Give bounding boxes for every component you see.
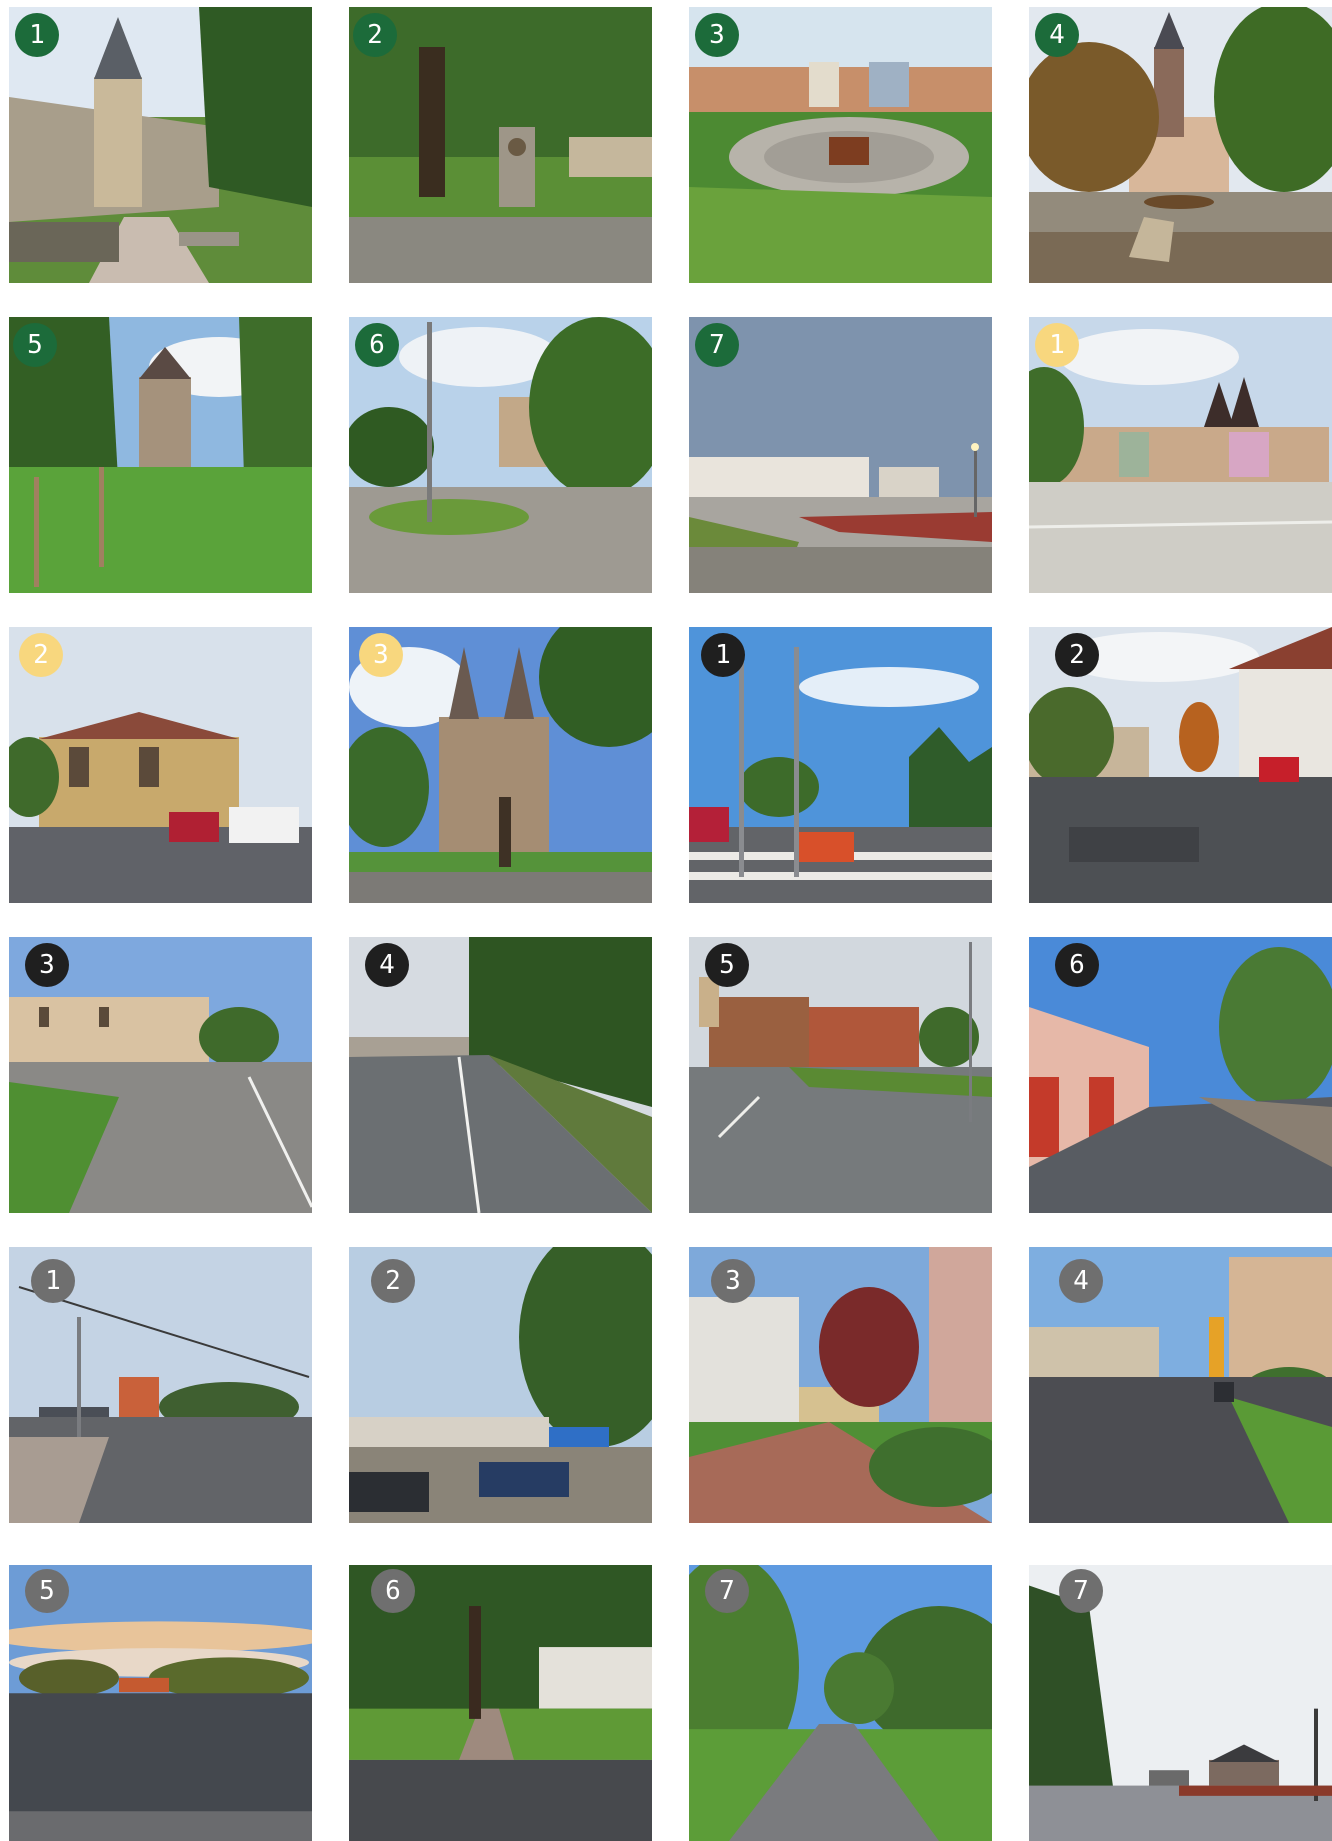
badge-number: 7 (695, 323, 739, 367)
photo-tile[interactable]: 4 (1029, 1247, 1332, 1523)
badge-number: 5 (25, 1569, 69, 1613)
photo-tile[interactable]: 2 (349, 7, 652, 283)
photo-grid: 1 2 3 4 5 6 7 1 2 3 1 2 3 4 5 6 1 2 3 4 … (0, 0, 1332, 1841)
photo-tile[interactable]: 2 (1029, 627, 1332, 903)
badge-number: 2 (1055, 633, 1099, 677)
badge-number: 6 (355, 323, 399, 367)
badge-number: 1 (1035, 323, 1079, 367)
photo-tile[interactable]: 1 (9, 1247, 312, 1523)
badge-number: 6 (1055, 943, 1099, 987)
photo-tile[interactable]: 1 (689, 627, 992, 903)
photo-tile[interactable]: 4 (1029, 7, 1332, 283)
badge-number: 2 (371, 1259, 415, 1303)
badge-number: 1 (701, 633, 745, 677)
badge-number: 4 (1059, 1259, 1103, 1303)
photo-tile[interactable]: 2 (9, 627, 312, 903)
badge-number: 2 (353, 13, 397, 57)
badge-number: 5 (13, 323, 57, 367)
photo-tile[interactable]: 6 (1029, 937, 1332, 1213)
badge-number: 7 (1059, 1569, 1103, 1613)
photo-tile[interactable]: 6 (349, 1565, 652, 1841)
photo-image (9, 317, 312, 593)
photo-tile[interactable]: 3 (349, 627, 652, 903)
photo-tile[interactable]: 7 (689, 317, 992, 593)
photo-tile[interactable]: 3 (689, 1247, 992, 1523)
photo-tile[interactable]: 5 (9, 1565, 312, 1841)
photo-tile[interactable]: 5 (689, 937, 992, 1213)
badge-number: 3 (25, 943, 69, 987)
photo-tile[interactable]: 6 (349, 317, 652, 593)
photo-image (349, 7, 652, 283)
photo-tile[interactable]: 7 (1029, 1565, 1332, 1841)
photo-tile[interactable]: 3 (9, 937, 312, 1213)
badge-number: 3 (695, 13, 739, 57)
photo-tile[interactable]: 1 (1029, 317, 1332, 593)
badge-number: 5 (705, 943, 749, 987)
photo-tile[interactable]: 4 (349, 937, 652, 1213)
photo-tile[interactable]: 7 (689, 1565, 992, 1841)
badge-number: 1 (31, 1259, 75, 1303)
badge-number: 1 (15, 13, 59, 57)
photo-tile[interactable]: 3 (689, 7, 992, 283)
badge-number: 4 (1035, 13, 1079, 57)
badge-number: 3 (711, 1259, 755, 1303)
photo-tile[interactable]: 5 (9, 317, 312, 593)
photo-tile[interactable]: 1 (9, 7, 312, 283)
badge-number: 4 (365, 943, 409, 987)
badge-number: 7 (705, 1569, 749, 1613)
badge-number: 6 (371, 1569, 415, 1613)
photo-tile[interactable]: 2 (349, 1247, 652, 1523)
badge-number: 3 (359, 633, 403, 677)
badge-number: 2 (19, 633, 63, 677)
